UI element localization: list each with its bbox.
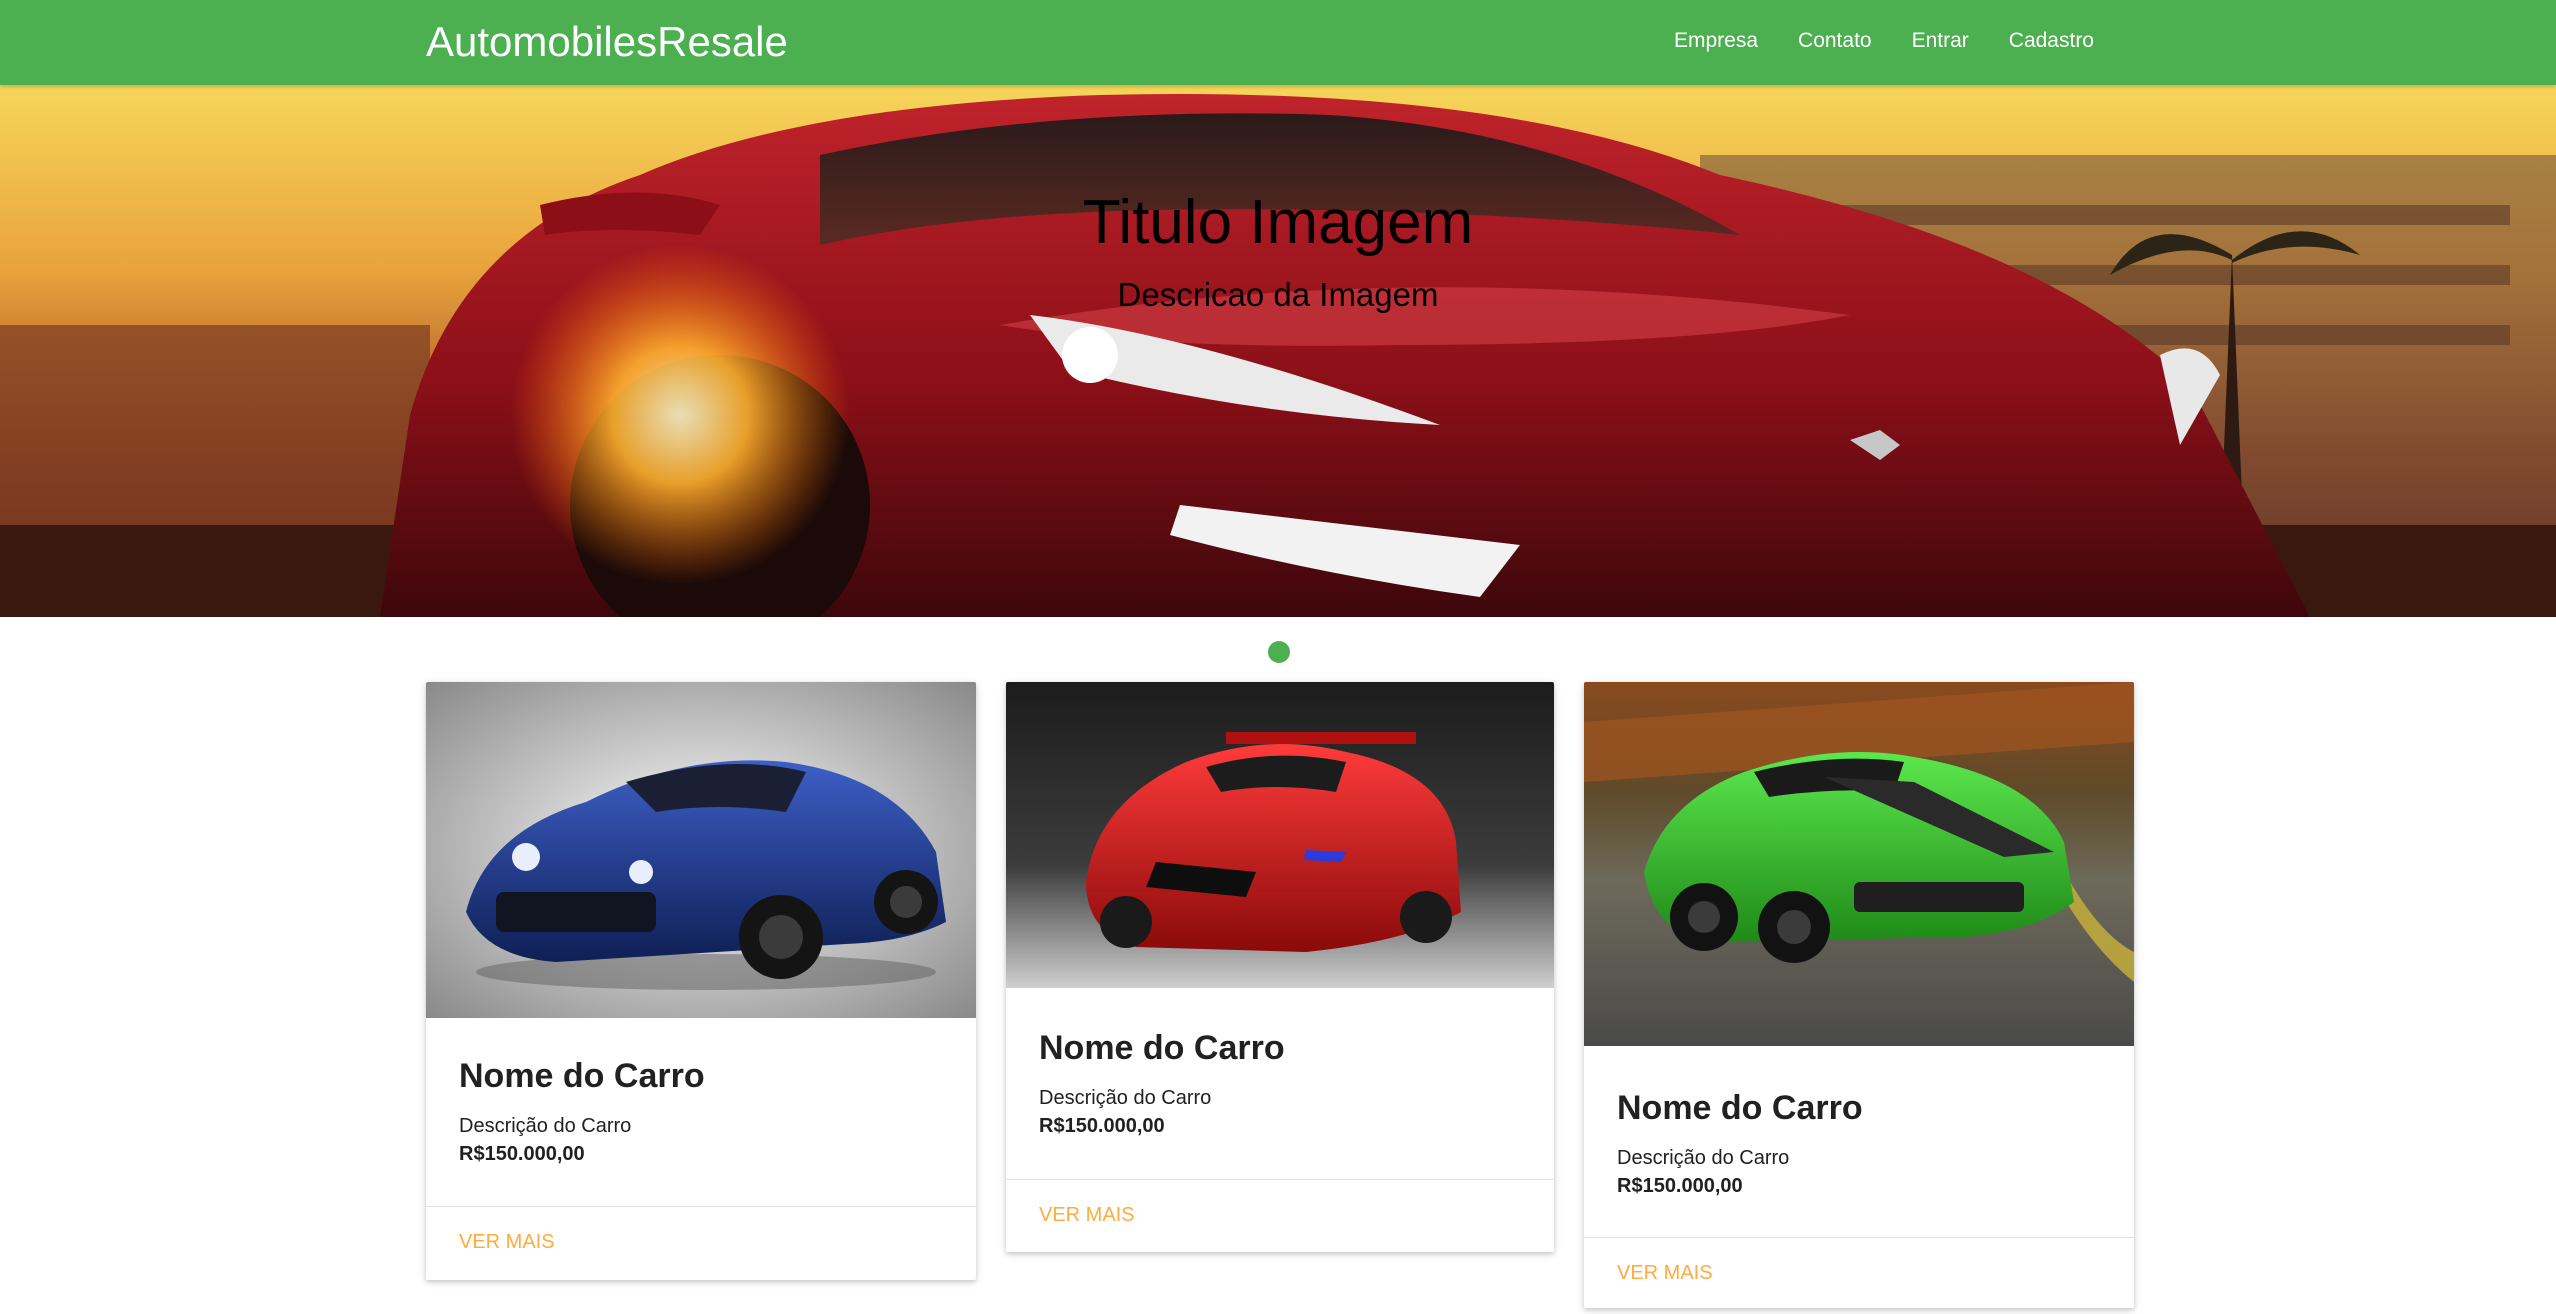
- card-action: VER MAIS: [1584, 1237, 2134, 1308]
- slider-indicator-dot[interactable]: [1268, 641, 1290, 663]
- card-content: Nome do Carro Descrição do Carro R$150.0…: [1006, 988, 1554, 1140]
- see-more-link[interactable]: VER MAIS: [1617, 1238, 1713, 1308]
- hero-slider[interactable]: Titulo Imagem Descricao da Imagem: [0, 85, 2556, 617]
- car-description: Descrição do Carro: [459, 1115, 632, 1137]
- hero-car-image: [0, 85, 2556, 617]
- car-price: R$150.000,00: [1617, 1175, 1743, 1197]
- car-card: Nome do Carro Descrição do Carro R$150.0…: [1584, 682, 2134, 1308]
- car-price: R$150.000,00: [1039, 1115, 1165, 1137]
- card-content: Nome do Carro Descrição do Carro R$150.0…: [1584, 1046, 2134, 1200]
- car-card: Nome do Carro Descrição do Carro R$150.0…: [1006, 682, 1554, 1252]
- card-action: VER MAIS: [426, 1206, 976, 1278]
- slide-title: Titulo Imagem: [1082, 188, 1474, 257]
- car-image: [1584, 682, 2134, 1046]
- car-name: Nome do Carro: [459, 1057, 705, 1095]
- brand-logo[interactable]: AutomobilesResale: [426, 16, 788, 68]
- nav-link-contato[interactable]: Contato: [1778, 0, 1892, 85]
- car-image: [1006, 682, 1554, 988]
- see-more-link[interactable]: VER MAIS: [459, 1207, 555, 1277]
- card-action: VER MAIS: [1006, 1179, 1554, 1251]
- car-name: Nome do Carro: [1039, 1029, 1285, 1067]
- car-card: Nome do Carro Descrição do Carro R$150.0…: [426, 682, 976, 1280]
- car-description: Descrição do Carro: [1617, 1147, 1790, 1169]
- nav-link-empresa[interactable]: Empresa: [1654, 0, 1778, 85]
- nav-link-entrar[interactable]: Entrar: [1892, 0, 1989, 85]
- top-navbar: AutomobilesResale Empresa Contato Entrar…: [0, 0, 2556, 85]
- see-more-link[interactable]: VER MAIS: [1039, 1180, 1135, 1250]
- car-name: Nome do Carro: [1617, 1089, 1863, 1127]
- slide-description: Descricao da Imagem: [1117, 276, 1439, 313]
- car-price: R$150.000,00: [459, 1143, 585, 1165]
- nav-links: Empresa Contato Entrar Cadastro: [1654, 0, 2114, 85]
- car-image: [426, 682, 976, 1018]
- nav-link-cadastro[interactable]: Cadastro: [1989, 0, 2114, 85]
- card-content: Nome do Carro Descrição do Carro R$150.0…: [426, 1018, 976, 1168]
- car-description: Descrição do Carro: [1039, 1087, 1212, 1109]
